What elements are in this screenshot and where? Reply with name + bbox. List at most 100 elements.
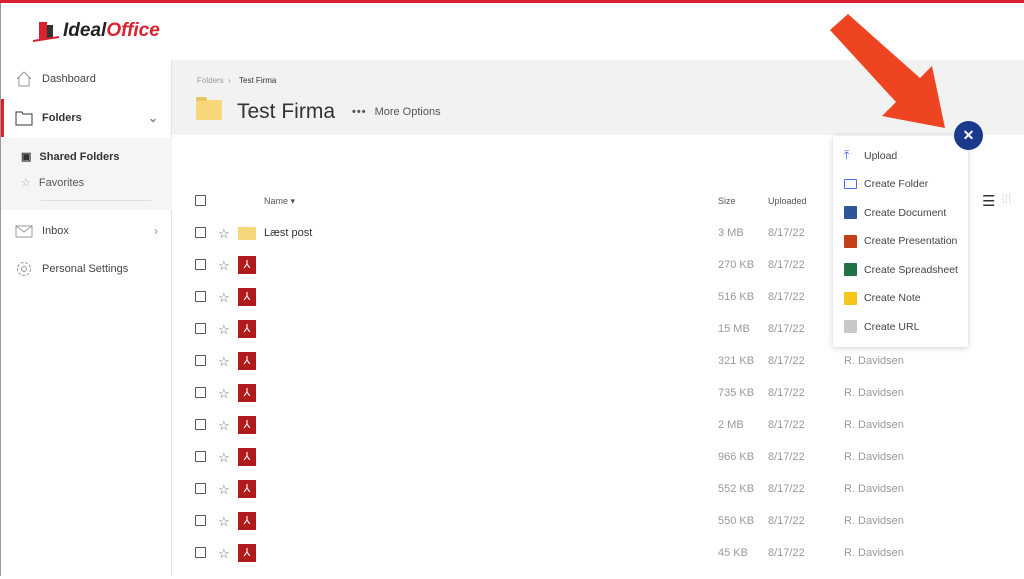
sidebar-item-folders[interactable]: Folders ⌄ bbox=[1, 99, 172, 137]
list-view-icon[interactable]: ☰ bbox=[982, 192, 995, 210]
page-title: Test Firma bbox=[237, 100, 336, 123]
upload-date: 8/17/22 bbox=[768, 451, 805, 463]
breadcrumb-folders[interactable]: Folders bbox=[197, 76, 224, 85]
sidebar-item-label: Personal Settings bbox=[42, 263, 129, 275]
breadcrumb: Folders › Test Firma bbox=[197, 76, 277, 85]
pdf-icon: ⅄ bbox=[238, 288, 256, 306]
grid-view-icon[interactable]: ⁞⁞⁞ bbox=[1001, 192, 1011, 210]
star-icon[interactable]: ☆ bbox=[218, 290, 230, 306]
star-icon[interactable]: ☆ bbox=[218, 226, 230, 242]
breadcrumb-current: Test Firma bbox=[239, 76, 277, 85]
menu-item-create-note[interactable]: Create Note bbox=[844, 291, 921, 305]
row-checkbox[interactable] bbox=[195, 419, 206, 430]
menu-item-label: Create Document bbox=[864, 206, 947, 219]
file-size: 270 KB bbox=[718, 259, 755, 271]
star-icon[interactable]: ☆ bbox=[218, 514, 230, 530]
uploaded-column-header[interactable]: Uploaded bbox=[768, 196, 807, 206]
table-row[interactable]: ☆ ⅄ 550 KB 8/17/22 R. Davidsen bbox=[172, 512, 1024, 547]
menu-item-create-folder[interactable]: Create Folder bbox=[844, 178, 928, 190]
upload-date: 8/17/22 bbox=[768, 259, 805, 271]
select-all-checkbox[interactable] bbox=[195, 195, 206, 206]
close-icon: ✕ bbox=[962, 127, 975, 143]
row-checkbox[interactable] bbox=[195, 323, 206, 334]
star-icon[interactable]: ☆ bbox=[218, 418, 230, 434]
menu-item-upload[interactable]: ⤒ Upload bbox=[844, 149, 897, 162]
file-size: 735 KB bbox=[718, 387, 755, 399]
row-checkbox[interactable] bbox=[195, 515, 206, 526]
chevron-right-icon[interactable]: › bbox=[154, 224, 158, 238]
row-checkbox[interactable] bbox=[195, 259, 206, 270]
pdf-icon: ⅄ bbox=[238, 416, 256, 434]
chevron-down-icon[interactable]: ⌄ bbox=[148, 111, 158, 125]
row-checkbox[interactable] bbox=[195, 291, 206, 302]
close-menu-button[interactable]: ✕ bbox=[954, 121, 983, 150]
row-checkbox[interactable] bbox=[195, 387, 206, 398]
table-row[interactable]: ☆ ⅄ 966 KB 8/17/22 R. Davidsen bbox=[172, 448, 1024, 483]
table-row[interactable]: ☆ ⅄ 2 MB 8/17/22 R. Davidsen bbox=[172, 416, 1024, 451]
uploader: R. Davidsen bbox=[844, 515, 904, 527]
sidebar-item-shared-folders[interactable]: ▣ Shared Folders bbox=[21, 150, 119, 164]
note-icon bbox=[844, 291, 857, 305]
spreadsheet-icon bbox=[844, 263, 857, 276]
file-size: 516 KB bbox=[718, 291, 755, 303]
sidebar-item-personal-settings[interactable]: Personal Settings bbox=[1, 250, 172, 288]
sidebar-item-label: Favorites bbox=[38, 176, 85, 189]
building-logo-icon bbox=[33, 22, 59, 42]
pdf-icon: ⅄ bbox=[238, 384, 256, 402]
gear-icon bbox=[17, 262, 31, 276]
pdf-icon: ⅄ bbox=[238, 256, 256, 274]
menu-item-create-document[interactable]: Create Document bbox=[844, 206, 946, 219]
home-icon bbox=[16, 71, 32, 87]
file-size: 966 KB bbox=[718, 451, 755, 463]
menu-item-label: Create Spreadsheet bbox=[864, 263, 958, 276]
row-checkbox[interactable] bbox=[195, 547, 206, 558]
star-icon[interactable]: ☆ bbox=[218, 322, 230, 338]
upload-date: 8/17/22 bbox=[768, 387, 805, 399]
sidebar-item-label: Folders bbox=[42, 112, 82, 124]
table-row[interactable]: ☆ ⅄ 321 KB 8/17/22 R. Davidsen bbox=[172, 352, 1024, 387]
row-checkbox[interactable] bbox=[195, 227, 206, 238]
table-row[interactable]: ☆ ⅄ 552 KB 8/17/22 R. Davidsen bbox=[172, 480, 1024, 515]
menu-item-label: Create Note bbox=[864, 292, 921, 304]
star-icon[interactable]: ☆ bbox=[218, 258, 230, 274]
name-header-label: Name bbox=[264, 196, 289, 206]
file-size: 2 MB bbox=[718, 419, 744, 431]
row-checkbox[interactable] bbox=[195, 483, 206, 494]
pdf-icon: ⅄ bbox=[238, 512, 256, 530]
menu-item-create-spreadsheet[interactable]: Create Spreadsheet bbox=[844, 263, 958, 276]
star-icon[interactable]: ☆ bbox=[218, 450, 230, 466]
star-icon[interactable]: ☆ bbox=[218, 354, 230, 370]
star-icon[interactable]: ☆ bbox=[218, 386, 230, 402]
sidebar-item-label: Dashboard bbox=[42, 73, 96, 85]
name-column-header[interactable]: Name ▾ bbox=[264, 196, 295, 207]
link-icon bbox=[844, 320, 857, 333]
sidebar-item-label: Inbox bbox=[42, 225, 69, 237]
table-row[interactable]: ☆ ⅄ 45 KB 8/17/22 R. Davidsen bbox=[172, 544, 1024, 579]
uploader: R. Davidsen bbox=[844, 451, 904, 463]
menu-item-create-url[interactable]: Create URL bbox=[844, 320, 919, 333]
uploader: R. Davidsen bbox=[844, 483, 904, 495]
row-checkbox[interactable] bbox=[195, 451, 206, 462]
ellipsis-icon: ••• bbox=[352, 106, 367, 118]
more-options-button[interactable]: ••• More Options bbox=[352, 106, 441, 118]
menu-item-label: Upload bbox=[864, 149, 898, 162]
upload-date: 8/17/22 bbox=[768, 227, 805, 239]
folder-icon bbox=[238, 227, 256, 240]
star-icon[interactable]: ☆ bbox=[218, 482, 230, 498]
sidebar-item-favorites[interactable]: ☆ Favorites bbox=[21, 176, 85, 190]
folder-icon bbox=[15, 111, 33, 126]
file-size: 550 KB bbox=[718, 515, 755, 527]
star-icon[interactable]: ☆ bbox=[218, 546, 230, 562]
table-row[interactable]: ☆ ⅄ 735 KB 8/17/22 R. Davidsen bbox=[172, 384, 1024, 419]
annotation-arrow bbox=[830, 14, 945, 128]
menu-item-create-presentation[interactable]: Create Presentation bbox=[844, 234, 957, 248]
logo[interactable]: IdealOffice bbox=[33, 20, 160, 42]
sidebar-item-inbox[interactable]: Inbox › bbox=[1, 212, 172, 250]
file-name[interactable]: Læst post bbox=[264, 227, 312, 239]
uploader: R. Davidsen bbox=[844, 355, 904, 367]
pdf-icon: ⅄ bbox=[238, 320, 256, 338]
size-column-header[interactable]: Size bbox=[718, 196, 736, 206]
row-checkbox[interactable] bbox=[195, 355, 206, 366]
sidebar-item-dashboard[interactable]: Dashboard bbox=[1, 60, 172, 98]
document-icon bbox=[844, 206, 857, 219]
